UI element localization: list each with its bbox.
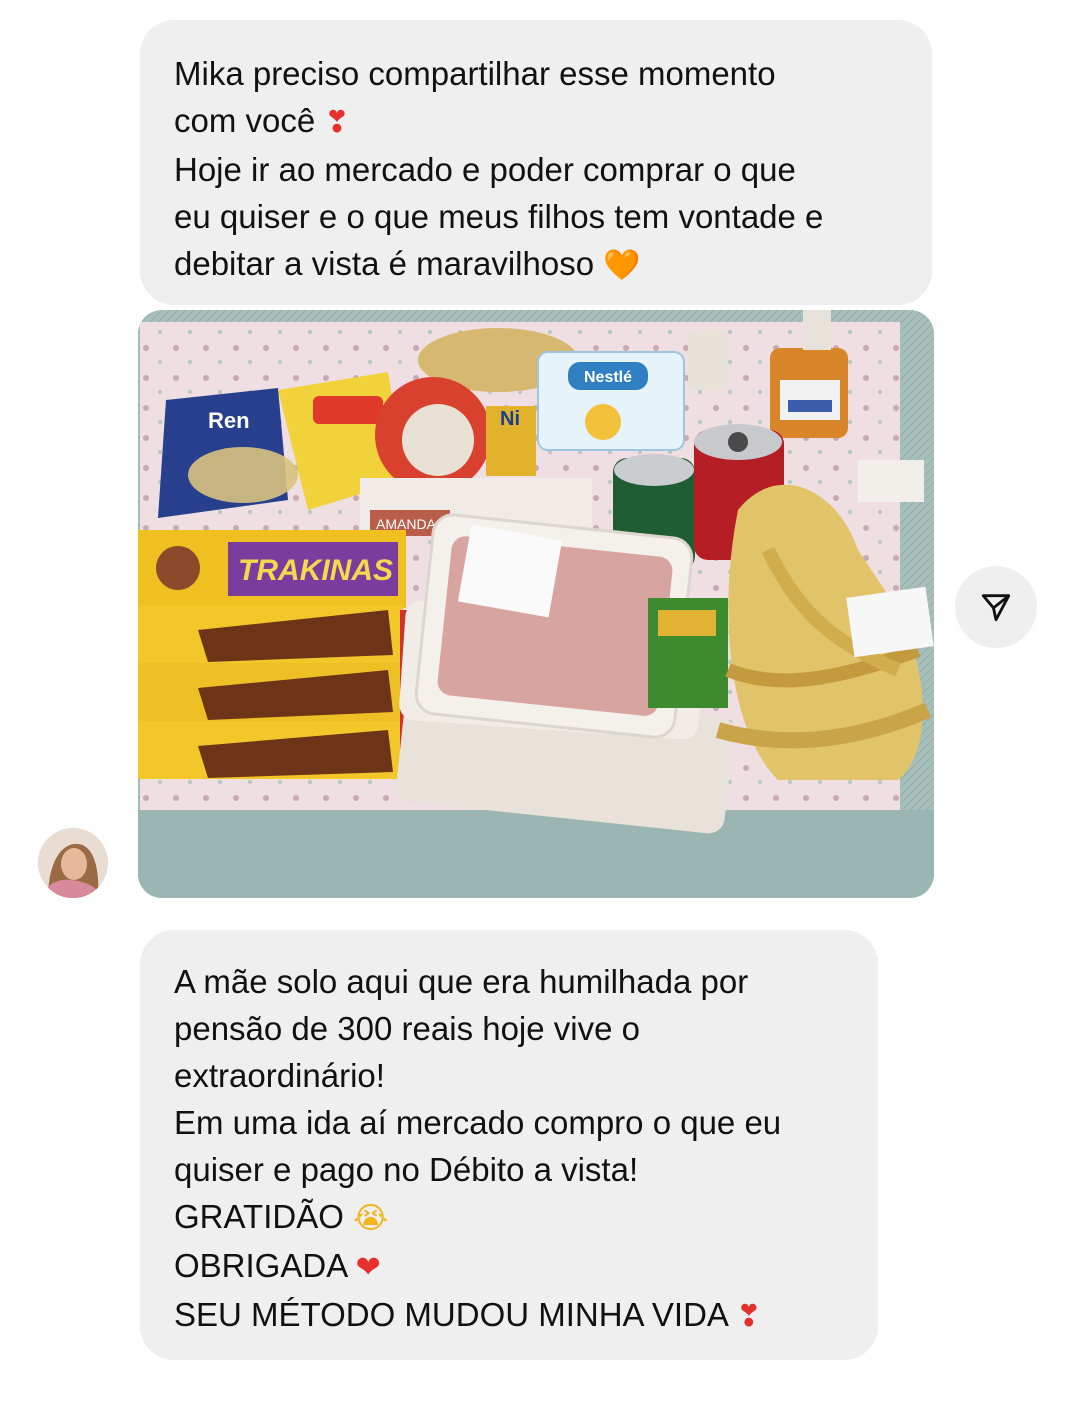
ren-label-text: Ren [208, 408, 250, 433]
message-line: Hoje ir ao mercado e poder comprar o que [174, 151, 796, 188]
message-line: A mãe solo aqui que era humilhada por [174, 963, 749, 1000]
message-line: eu quiser e o que meus filhos tem vontad… [174, 198, 824, 235]
message-line-text: OBRIGADA [174, 1247, 347, 1284]
message-line-text: SEU MÉTODO MUDOU MINHA VIDA [174, 1296, 728, 1333]
message-line-text: com você [174, 102, 316, 139]
message-line-with-emoji: com você ❣ [174, 97, 898, 146]
avatar[interactable] [38, 828, 108, 898]
message-line: pensão de 300 reais hoje vive o [174, 1010, 640, 1047]
paper-plane-icon [981, 594, 1011, 622]
heart-exclamation-icon: ❣ [324, 105, 350, 140]
red-heart-icon: ❤ [355, 1250, 381, 1285]
message-line-with-emoji: OBRIGADA ❤ [174, 1242, 844, 1291]
message-line-with-emoji: debitar a vista é maravilhoso 🧡 [174, 240, 898, 289]
heart-exclamation-icon: ❣ [736, 1299, 762, 1334]
trakinas-label-text: TRAKINAS [238, 554, 393, 587]
share-button[interactable] [955, 566, 1037, 648]
orange-heart-icon: 🧡 [603, 248, 641, 283]
nestle-logo-text: Nestlé [584, 369, 632, 386]
bottom-edge [0, 1360, 1080, 1412]
message-line-text: GRATIDÃO [174, 1198, 344, 1235]
ni-label-text: Ni [500, 408, 520, 430]
message-line: extraordinário! [174, 1057, 385, 1094]
message-bubble-2[interactable]: A mãe solo aqui que era humilhada por pe… [140, 930, 878, 1360]
groceries-photo[interactable]: Nestlé Ren Ni AMANDA TRAKINAS [138, 310, 934, 898]
message-line-with-emoji: GRATIDÃO 😭 [174, 1193, 844, 1242]
amanda-label-text: AMANDA [376, 516, 437, 532]
message-bubble-1[interactable]: Mika preciso compartilhar esse momento c… [140, 20, 932, 305]
message-line: quiser e pago no Débito a vista! [174, 1151, 639, 1188]
message-line-with-emoji: SEU MÉTODO MUDOU MINHA VIDA ❣ [174, 1291, 844, 1340]
message-line: Mika preciso compartilhar esse momento [174, 55, 776, 92]
crying-face-icon: 😭 [353, 1201, 389, 1236]
message-line: Em uma ida aí mercado compro o que eu [174, 1104, 782, 1141]
message-line-text: debitar a vista é maravilhoso [174, 245, 595, 282]
